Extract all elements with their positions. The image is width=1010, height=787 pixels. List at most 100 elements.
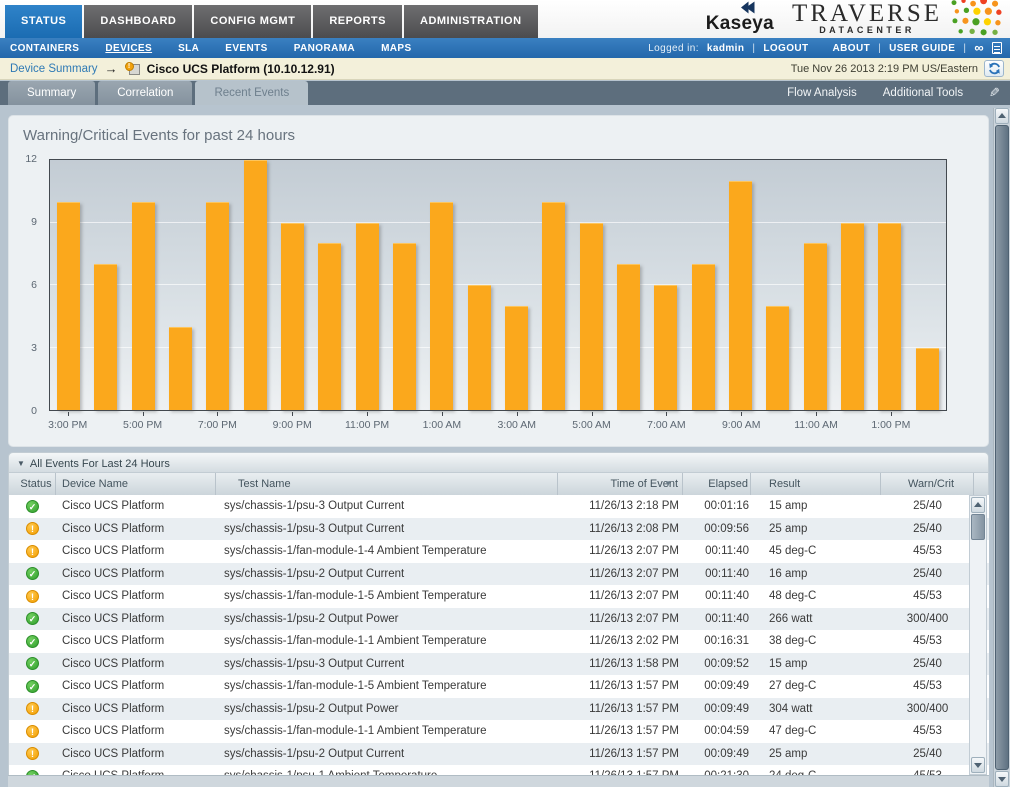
table-row[interactable]: ✓Cisco UCS Platformsys/chassis-1/psu-3 O… [9,495,989,518]
bar-hour-16[interactable] [654,285,677,410]
tab-summary[interactable]: Summary [8,81,95,105]
subnav-item-maps[interactable]: MAPS [381,43,412,54]
bar-hour-13[interactable] [542,202,565,410]
about-link[interactable]: ABOUT [833,43,871,54]
edit-pencil-icon[interactable]: ✎ [989,85,1000,101]
elapsed-time-cell: 00:11:40 [683,545,751,557]
bar-slot [797,160,834,410]
bar-hour-6[interactable] [281,223,304,411]
table-row[interactable]: ✓Cisco UCS Platformsys/chassis-1/psu-3 O… [9,653,989,676]
bar-hour-2[interactable] [132,202,155,410]
bar-hour-22[interactable] [878,223,901,411]
bar-hour-19[interactable] [766,306,789,410]
warn-crit-cell: 45/53 [881,725,974,737]
table-row[interactable]: !Cisco UCS Platformsys/chassis-1/psu-2 O… [9,698,989,721]
subnav-item-containers[interactable]: CONTAINERS [10,43,79,54]
additional-tools-link[interactable]: Additional Tools [883,87,963,99]
bar-slot [87,160,124,410]
breadcrumb-device-summary-link[interactable]: Device Summary [10,63,98,75]
tab-correlation[interactable]: Correlation [98,81,192,105]
nav-tab-status[interactable]: STATUS [5,5,82,38]
nav-tab-config-mgmt[interactable]: CONFIG MGMT [194,5,311,38]
bar-hour-17[interactable] [692,264,715,410]
flow-analysis-link[interactable]: Flow Analysis [787,87,857,99]
table-row[interactable]: !Cisco UCS Platformsys/chassis-1/fan-mod… [9,585,989,608]
bar-hour-15[interactable] [617,264,640,410]
table-row[interactable]: ✓Cisco UCS Platformsys/chassis-1/fan-mod… [9,675,989,698]
bar-hour-8[interactable] [356,223,379,411]
table-row[interactable]: !Cisco UCS Platformsys/chassis-1/psu-3 O… [9,518,989,541]
result-cell: 304 watt [751,703,881,715]
test-name-cell: sys/chassis-1/psu-2 Output Power [216,613,558,625]
events-panel-header[interactable]: ▼All Events For Last 24 Hours [8,452,989,473]
time-of-event-cell: 11/26/13 1:57 PM [558,703,683,715]
x-tick-label: 7:00 AM [647,419,686,431]
logout-link[interactable]: LOGOUT [763,43,808,54]
table-scroll-down-button[interactable] [971,757,985,773]
refresh-button[interactable] [984,60,1004,77]
table-row[interactable]: ✓Cisco UCS Platformsys/chassis-1/psu-2 O… [9,563,989,586]
table-row[interactable]: ✓Cisco UCS Platformsys/chassis-1/psu-2 O… [9,608,989,631]
bar-hour-3[interactable] [169,327,192,410]
test-name-cell: sys/chassis-1/fan-module-1-5 Ambient Tem… [216,680,558,692]
bar-hour-12[interactable] [505,306,528,410]
test-name-cell: sys/chassis-1/fan-module-1-4 Ambient Tem… [216,545,558,557]
page-scroll-thumb[interactable] [995,125,1009,770]
events-panel: ▼All Events For Last 24 Hours StatusDevi… [8,452,989,787]
bar-hour-18[interactable] [729,181,752,410]
nav-tab-reports[interactable]: REPORTS [313,5,402,38]
table-row[interactable]: ✓Cisco UCS Platformsys/chassis-1/psu-1 A… [9,765,989,775]
elapsed-time-cell: 00:09:49 [683,680,751,692]
sort-descending-icon[interactable]: ▼ [664,473,672,495]
subnav-item-panorama[interactable]: PANORAMA [294,43,355,54]
table-row[interactable]: !Cisco UCS Platformsys/chassis-1/fan-mod… [9,540,989,563]
column-header-warn-crit[interactable]: Warn/Crit [881,473,974,495]
user-guide-link[interactable]: USER GUIDE [889,43,955,54]
column-header-result[interactable]: Result [751,473,881,495]
table-row[interactable]: !Cisco UCS Platformsys/chassis-1/psu-2 O… [9,743,989,766]
link-chain-icon[interactable]: ∞ [974,43,984,53]
subnav-item-sla[interactable]: SLA [178,43,199,54]
table-row[interactable]: !Cisco UCS Platformsys/chassis-1/fan-mod… [9,720,989,743]
column-header-time-of-event[interactable]: Time of Event▼ [558,473,683,495]
table-row[interactable]: ✓Cisco UCS Platformsys/chassis-1/fan-mod… [9,630,989,653]
chart-bars [50,160,946,410]
elapsed-time-cell: 00:01:16 [683,500,751,512]
status-cell: ! [9,590,56,603]
bar-hour-7[interactable] [318,243,341,410]
nav-tab-dashboard[interactable]: DASHBOARD [84,5,192,38]
bar-hour-5[interactable] [244,160,267,410]
content-area: Warning/Critical Events for past 24 hour… [0,105,1010,787]
document-icon[interactable] [992,42,1002,54]
subnav-item-events[interactable]: EVENTS [225,43,267,54]
primary-nav: STATUSDASHBOARDCONFIG MGMTREPORTSADMINIS… [5,5,538,38]
column-header-status[interactable]: Status [9,473,56,495]
breadcrumb-arrow-icon: → [105,61,118,76]
table-scroll-thumb[interactable] [971,514,985,540]
page-scroll-down-button[interactable] [995,771,1009,787]
events-table-header: StatusDevice NameTest NameTime of Event▼… [8,473,989,495]
bar-hour-11[interactable] [468,285,491,410]
bar-hour-14[interactable] [580,223,603,411]
bar-hour-21[interactable] [841,223,864,411]
status-warning-icon: ! [26,545,39,558]
subnav-item-devices[interactable]: DEVICES [105,43,152,54]
table-scrollbar[interactable] [969,495,987,775]
bar-hour-0[interactable] [57,202,80,410]
bar-hour-23[interactable] [916,348,939,411]
page-scrollbar[interactable] [993,108,1010,787]
column-header-test-name[interactable]: Test Name [216,473,558,495]
tab-recent-events[interactable]: Recent Events [195,81,308,105]
bar-hour-20[interactable] [804,243,827,410]
column-header-device-name[interactable]: Device Name [56,473,216,495]
table-scroll-up-button[interactable] [971,497,985,513]
warn-crit-cell: 45/53 [881,590,974,602]
bar-hour-4[interactable] [206,202,229,410]
nav-tab-administration[interactable]: ADMINISTRATION [404,5,538,38]
column-header-elapsed-time[interactable]: Elapsed Time [683,473,751,495]
time-of-event-cell: 11/26/13 2:18 PM [558,500,683,512]
page-scroll-up-button[interactable] [995,108,1009,124]
bar-hour-9[interactable] [393,243,416,410]
bar-hour-1[interactable] [94,264,117,410]
bar-hour-10[interactable] [430,202,453,410]
